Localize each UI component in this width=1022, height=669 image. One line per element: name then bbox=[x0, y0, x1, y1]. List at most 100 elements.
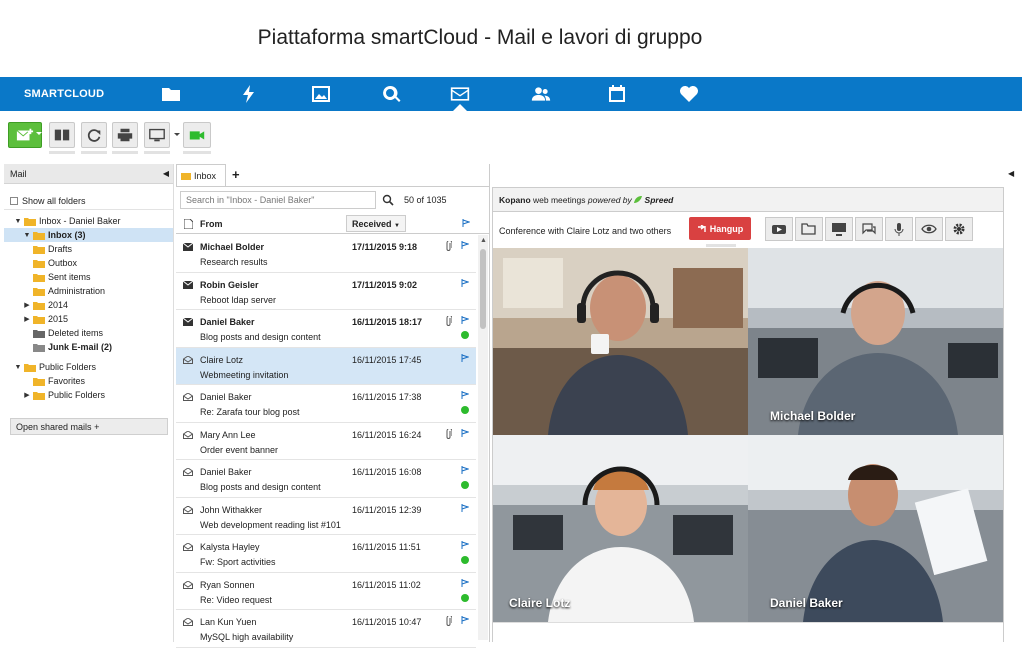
mail-row[interactable]: Lan Kun Yuen MySQL high availability 16/11… bbox=[176, 610, 476, 648]
collapse-arrow-icon[interactable]: ▶ bbox=[23, 301, 31, 309]
video-call-button[interactable] bbox=[183, 122, 211, 148]
folder-icon bbox=[33, 315, 45, 324]
mail-icon[interactable] bbox=[449, 84, 471, 104]
scroll-up-icon[interactable]: ▲ bbox=[480, 237, 487, 244]
video-tile[interactable]: Michael Bolder bbox=[748, 248, 1003, 435]
folder-item[interactable]: ▶ Public Folders bbox=[4, 388, 173, 402]
sent-icon bbox=[33, 273, 45, 282]
mail-row[interactable]: Michael Bolder Research results 17/11/2015… bbox=[176, 235, 476, 273]
scroll-thumb[interactable] bbox=[480, 249, 486, 329]
video-tile[interactable]: Daniel Baker bbox=[748, 435, 1003, 622]
expand-arrow-icon[interactable]: ▼ bbox=[14, 218, 22, 225]
flag-icon[interactable] bbox=[461, 503, 469, 512]
mail-list-scrollbar[interactable]: ▲ bbox=[478, 235, 488, 640]
microphone-button[interactable] bbox=[885, 217, 913, 241]
mail-row[interactable]: Ryan Sonnen Re: Video request 16/11/2015 1… bbox=[176, 573, 476, 610]
folder-icon[interactable] bbox=[160, 84, 182, 104]
expand-arrow-icon[interactable]: ▼ bbox=[14, 364, 22, 371]
collapse-arrow-icon[interactable]: ▶ bbox=[23, 391, 31, 399]
flag-icon[interactable] bbox=[461, 278, 469, 287]
show-all-folders-checkbox[interactable] bbox=[10, 197, 18, 205]
chat-button[interactable] bbox=[855, 217, 883, 241]
hangup-button[interactable]: Hangup bbox=[689, 217, 751, 240]
flag-icon[interactable] bbox=[461, 428, 469, 437]
address-book-icon bbox=[54, 129, 70, 141]
mail-row[interactable]: Robin Geisler Reboot ldap server 17/11/201… bbox=[176, 273, 476, 310]
files-button[interactable] bbox=[795, 217, 823, 241]
brand-logo: SMARTCLOUD bbox=[24, 88, 105, 100]
flag-icon[interactable] bbox=[461, 316, 469, 324]
flag-icon[interactable] bbox=[461, 578, 469, 587]
flag-icon[interactable] bbox=[461, 353, 469, 362]
show-all-folders-toggle[interactable]: Show all folders bbox=[4, 184, 173, 210]
mail-row[interactable]: Daniel Baker Re: Zarafa tour blog post 16/… bbox=[176, 385, 476, 423]
column-from[interactable]: From bbox=[200, 219, 223, 229]
folder-icon bbox=[33, 301, 45, 310]
column-received-sort[interactable]: Received ▼ bbox=[346, 215, 406, 232]
folder-item[interactable]: ▼ Inbox - Daniel Baker bbox=[4, 214, 173, 228]
new-mail-button[interactable] bbox=[8, 122, 42, 148]
folder-item[interactable]: Junk E-mail (2) bbox=[4, 340, 173, 354]
chevron-down-icon[interactable] bbox=[174, 133, 180, 136]
video-tile[interactable] bbox=[493, 248, 748, 435]
search-bar: Search in "Inbox - Daniel Baker" 50 of 1… bbox=[176, 186, 489, 214]
search-input[interactable]: Search in "Inbox - Daniel Baker" bbox=[180, 191, 376, 209]
eye-icon bbox=[921, 224, 937, 234]
expand-arrow-icon[interactable]: ▼ bbox=[23, 232, 31, 239]
flag-icon[interactable] bbox=[461, 616, 469, 624]
open-shared-mails-button[interactable]: Open shared mails + bbox=[10, 418, 168, 435]
chevron-down-icon[interactable] bbox=[36, 132, 42, 135]
screen-share-button[interactable] bbox=[825, 217, 853, 241]
folder-item[interactable]: ▶ 2014 bbox=[4, 298, 173, 312]
folder-item[interactable]: ▼ Public Folders bbox=[4, 360, 173, 374]
contacts-icon[interactable] bbox=[530, 84, 552, 104]
toolbar-divider bbox=[81, 151, 107, 154]
envelope-closed-icon bbox=[183, 318, 193, 326]
collapse-arrow-icon[interactable]: ◀ bbox=[1008, 169, 1014, 178]
trash-icon bbox=[33, 329, 45, 338]
mail-date: 17/11/2015 9:18 bbox=[352, 242, 418, 252]
envelope-open-icon bbox=[183, 543, 193, 551]
folder-item[interactable]: Drafts bbox=[4, 242, 173, 256]
collapse-arrow-icon[interactable]: ◀ bbox=[163, 169, 169, 178]
mail-row[interactable]: Daniel Baker Blog posts and design conten… bbox=[176, 310, 476, 348]
folder-item[interactable]: ▼ Inbox (3) bbox=[4, 228, 173, 242]
flag-icon[interactable] bbox=[461, 391, 469, 399]
right-pane-collapse[interactable]: ◀ bbox=[1006, 164, 1018, 642]
folder-item[interactable]: Deleted items bbox=[4, 326, 173, 340]
paperclip-icon bbox=[446, 241, 452, 251]
mail-row[interactable]: Mary Ann Lee Order event banner 16/11/2015… bbox=[176, 423, 476, 460]
youtube-button[interactable] bbox=[765, 217, 793, 241]
image-icon[interactable] bbox=[310, 84, 332, 104]
collapse-arrow-icon[interactable]: ▶ bbox=[23, 315, 31, 323]
mail-row[interactable]: Claire Lotz Webmeeting invitation 16/11/20… bbox=[176, 347, 476, 385]
address-book-button[interactable] bbox=[49, 122, 75, 148]
participant-name: Claire Lotz bbox=[509, 596, 571, 610]
folder-item[interactable]: Administration bbox=[4, 284, 173, 298]
folder-item[interactable]: Sent items bbox=[4, 270, 173, 284]
folder-item[interactable]: Outbox bbox=[4, 256, 173, 270]
mail-row[interactable]: Daniel Baker Blog posts and design conten… bbox=[176, 460, 476, 498]
mail-sender: Claire Lotz bbox=[200, 354, 244, 365]
print-button[interactable] bbox=[112, 122, 138, 148]
search-icon[interactable] bbox=[380, 84, 402, 104]
calendar-icon[interactable] bbox=[606, 84, 628, 104]
heart-icon[interactable] bbox=[678, 84, 700, 104]
refresh-button[interactable] bbox=[81, 122, 107, 148]
settings-button[interactable] bbox=[945, 217, 973, 241]
tab-inbox[interactable]: Inbox bbox=[176, 164, 226, 186]
lightning-icon[interactable] bbox=[238, 84, 260, 104]
video-tile[interactable]: Claire Lotz bbox=[493, 435, 748, 622]
mail-row[interactable]: Kalysta Hayley Fw: Sport activities 16/11/… bbox=[176, 535, 476, 573]
visibility-button[interactable] bbox=[915, 217, 943, 241]
search-icon[interactable] bbox=[382, 194, 394, 206]
flag-icon[interactable] bbox=[461, 241, 469, 249]
flag-icon[interactable] bbox=[461, 541, 469, 549]
add-tab-button[interactable]: + bbox=[232, 167, 240, 182]
mail-row[interactable]: John Withakker Web development reading li… bbox=[176, 498, 476, 535]
folder-item[interactable]: ▶ 2015 bbox=[4, 312, 173, 326]
folder-item-label: Junk E-mail (2) bbox=[48, 342, 113, 352]
flag-icon[interactable] bbox=[461, 466, 469, 474]
view-mode-button[interactable] bbox=[144, 122, 170, 148]
folder-item[interactable]: Favorites bbox=[4, 374, 173, 388]
